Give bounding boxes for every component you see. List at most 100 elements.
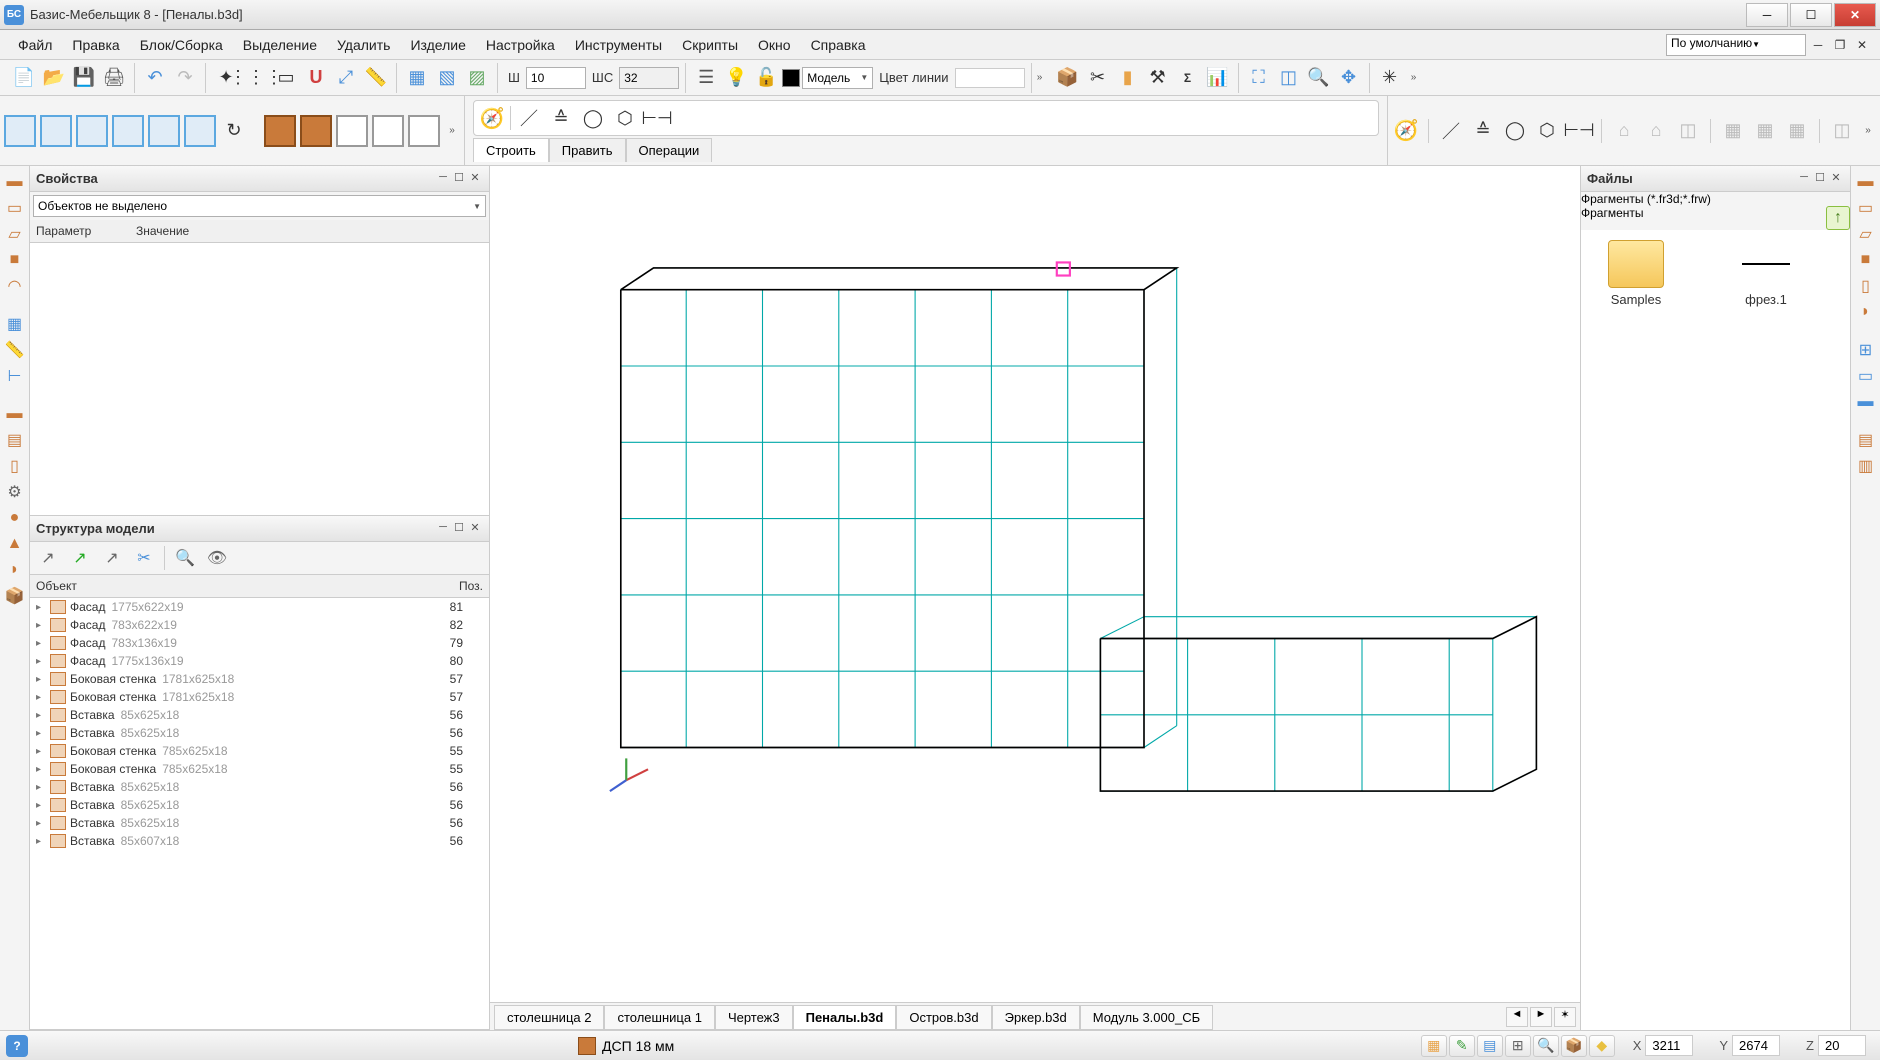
doc-tab[interactable]: Пеналы.b3d: [793, 1005, 897, 1030]
files-type[interactable]: Фрагменты: [1581, 206, 1822, 230]
box-view-4[interactable]: [112, 115, 144, 147]
view-mode-select[interactable]: Модель: [802, 67, 873, 89]
tree-row[interactable]: ▸Боковая стенка785x625x1855: [30, 760, 489, 778]
wire-1[interactable]: [336, 115, 368, 147]
zoom-region-button[interactable]: ◫: [1275, 64, 1303, 92]
toolbar-overflow[interactable]: »: [1032, 72, 1048, 83]
wire-3[interactable]: [408, 115, 440, 147]
cut-button[interactable]: ✂: [1084, 64, 1112, 92]
r-circle-tool[interactable]: ◯: [1501, 117, 1529, 145]
files-close[interactable]: ✕: [1828, 171, 1844, 187]
fit-view-button[interactable]: ⛶: [1245, 64, 1273, 92]
tabs-next[interactable]: ►: [1530, 1007, 1552, 1027]
anvil-button[interactable]: ⚒: [1144, 64, 1172, 92]
redo-button[interactable]: ↷: [171, 64, 199, 92]
files-up-button[interactable]: ↑: [1826, 206, 1850, 230]
tool-b-button[interactable]: ▧: [433, 64, 461, 92]
grid-button[interactable]: ⋮⋮⋮: [242, 64, 270, 92]
r-side-5[interactable]: ▯: [1854, 274, 1878, 298]
tree-row[interactable]: ▸Вставка85x625x1856: [30, 778, 489, 796]
side-door-icon[interactable]: ▯: [3, 454, 27, 478]
doc-tab[interactable]: Чертеж3: [715, 1005, 793, 1030]
view-overflow[interactable]: »: [444, 125, 460, 136]
side-array-icon[interactable]: ▦: [3, 312, 27, 336]
open-file-button[interactable]: 📂: [40, 64, 68, 92]
snap-select-button[interactable]: ▭: [272, 64, 300, 92]
box-view-1[interactable]: [4, 115, 36, 147]
panel-button[interactable]: ▮: [1114, 64, 1142, 92]
tree-tool-2[interactable]: ↗: [68, 546, 92, 570]
tree-row[interactable]: ▸Вставка85x625x1856: [30, 814, 489, 832]
tree-eye[interactable]: 👁: [205, 546, 229, 570]
side-drawer-icon[interactable]: ▤: [3, 428, 27, 452]
r-side-2[interactable]: ▭: [1854, 196, 1878, 220]
window-close-button[interactable]: ✕: [1834, 3, 1876, 27]
side-cone-icon[interactable]: ▲: [3, 532, 27, 556]
depth-input[interactable]: [619, 67, 679, 89]
line-tool[interactable]: ／: [515, 104, 543, 132]
help-button[interactable]: ?: [6, 1035, 28, 1057]
files-minimize[interactable]: ─: [1796, 171, 1812, 187]
sum-button[interactable]: Σ: [1174, 64, 1202, 92]
tree-tool-3[interactable]: ↗: [100, 546, 124, 570]
sb-btn-5[interactable]: 🔍: [1533, 1035, 1559, 1057]
lock-button[interactable]: 🔓: [752, 64, 780, 92]
tree-row[interactable]: ▸Фасад783x136x1979: [30, 634, 489, 652]
r-grid-1[interactable]: ▦: [1719, 117, 1747, 145]
sb-btn-7[interactable]: ◆: [1589, 1035, 1615, 1057]
menu-блок/сборка[interactable]: Блок/Сборка: [130, 33, 233, 57]
selection-combo[interactable]: Объектов не выделено: [33, 195, 486, 217]
properties-float[interactable]: ☐: [451, 171, 467, 187]
shaded-2[interactable]: [300, 115, 332, 147]
properties-minimize[interactable]: ─: [435, 171, 451, 187]
window-maximize-button[interactable]: ☐: [1790, 3, 1832, 27]
menu-скрипты[interactable]: Скрипты: [672, 33, 748, 57]
bulb-button[interactable]: 💡: [722, 64, 750, 92]
child-close-button[interactable]: ✕: [1852, 36, 1872, 54]
line-color-picker[interactable]: [955, 68, 1025, 88]
tab-edit[interactable]: Править: [549, 138, 626, 162]
save-button[interactable]: 💾: [70, 64, 98, 92]
properties-close[interactable]: ✕: [467, 171, 483, 187]
tree-row[interactable]: ▸Боковая стенка1781x625x1857: [30, 688, 489, 706]
menu-настройка[interactable]: Настройка: [476, 33, 565, 57]
tool-c-button[interactable]: ▨: [463, 64, 491, 92]
doc-tab[interactable]: столешница 2: [494, 1005, 604, 1030]
file-item-folder[interactable]: Samples: [1591, 240, 1681, 307]
print-button[interactable]: 🖨: [100, 64, 128, 92]
angle-tool[interactable]: ≙: [547, 104, 575, 132]
r-side-10[interactable]: ▤: [1854, 428, 1878, 452]
zoom-button[interactable]: 🔍: [1305, 64, 1333, 92]
rotate-view-button[interactable]: ↻: [220, 117, 248, 145]
side-board-icon[interactable]: ▭: [3, 196, 27, 220]
sb-btn-6[interactable]: 📦: [1561, 1035, 1587, 1057]
r-side-8[interactable]: ▭: [1854, 364, 1878, 388]
undo-button[interactable]: ↶: [141, 64, 169, 92]
r-tool-1[interactable]: ⌂: [1610, 117, 1638, 145]
tree-tool-4[interactable]: ✂: [132, 546, 156, 570]
r-grid-3[interactable]: ▦: [1783, 117, 1811, 145]
shaded-1[interactable]: [264, 115, 296, 147]
sb-btn-1[interactable]: ▦: [1421, 1035, 1447, 1057]
sb-btn-2[interactable]: ✎: [1449, 1035, 1475, 1057]
r-side-3[interactable]: ▱: [1854, 222, 1878, 246]
side-block-icon[interactable]: ■: [3, 248, 27, 272]
magnet-button[interactable]: U: [302, 64, 330, 92]
pan-button[interactable]: ✥: [1335, 64, 1363, 92]
r-grid-2[interactable]: ▦: [1751, 117, 1779, 145]
r-side-4[interactable]: ■: [1854, 248, 1878, 272]
ucs-right-icon[interactable]: 🧭: [1392, 117, 1420, 145]
side-dim-icon[interactable]: ⊢: [3, 364, 27, 388]
doc-tab[interactable]: столешница 1: [604, 1005, 714, 1030]
layer-button[interactable]: ☰: [692, 64, 720, 92]
r-tool-2[interactable]: ⌂: [1642, 117, 1670, 145]
circle-tool[interactable]: ◯: [579, 104, 607, 132]
sb-btn-3[interactable]: ▤: [1477, 1035, 1503, 1057]
r-angle-tool[interactable]: ≙: [1469, 117, 1497, 145]
hexagon-tool[interactable]: ⬡: [611, 104, 639, 132]
ortho-button[interactable]: ⤢: [332, 64, 360, 92]
r-tool-3[interactable]: ◫: [1674, 117, 1702, 145]
color-swatch[interactable]: [782, 69, 800, 87]
menu-удалить[interactable]: Удалить: [327, 33, 400, 57]
width-input[interactable]: [526, 67, 586, 89]
